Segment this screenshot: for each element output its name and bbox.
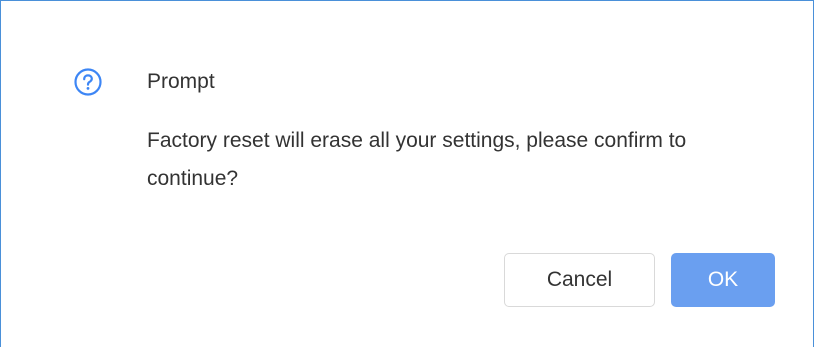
- dialog-footer: Cancel OK: [504, 253, 775, 307]
- question-circle-icon: [73, 67, 103, 97]
- dialog-title: Prompt: [147, 70, 215, 93]
- confirm-dialog: Prompt Factory reset will erase all your…: [0, 0, 814, 347]
- dialog-message: Factory reset will erase all your settin…: [147, 129, 687, 190]
- ok-button[interactable]: OK: [671, 253, 775, 307]
- dialog-header: Prompt: [73, 67, 215, 97]
- cancel-button[interactable]: Cancel: [504, 253, 655, 307]
